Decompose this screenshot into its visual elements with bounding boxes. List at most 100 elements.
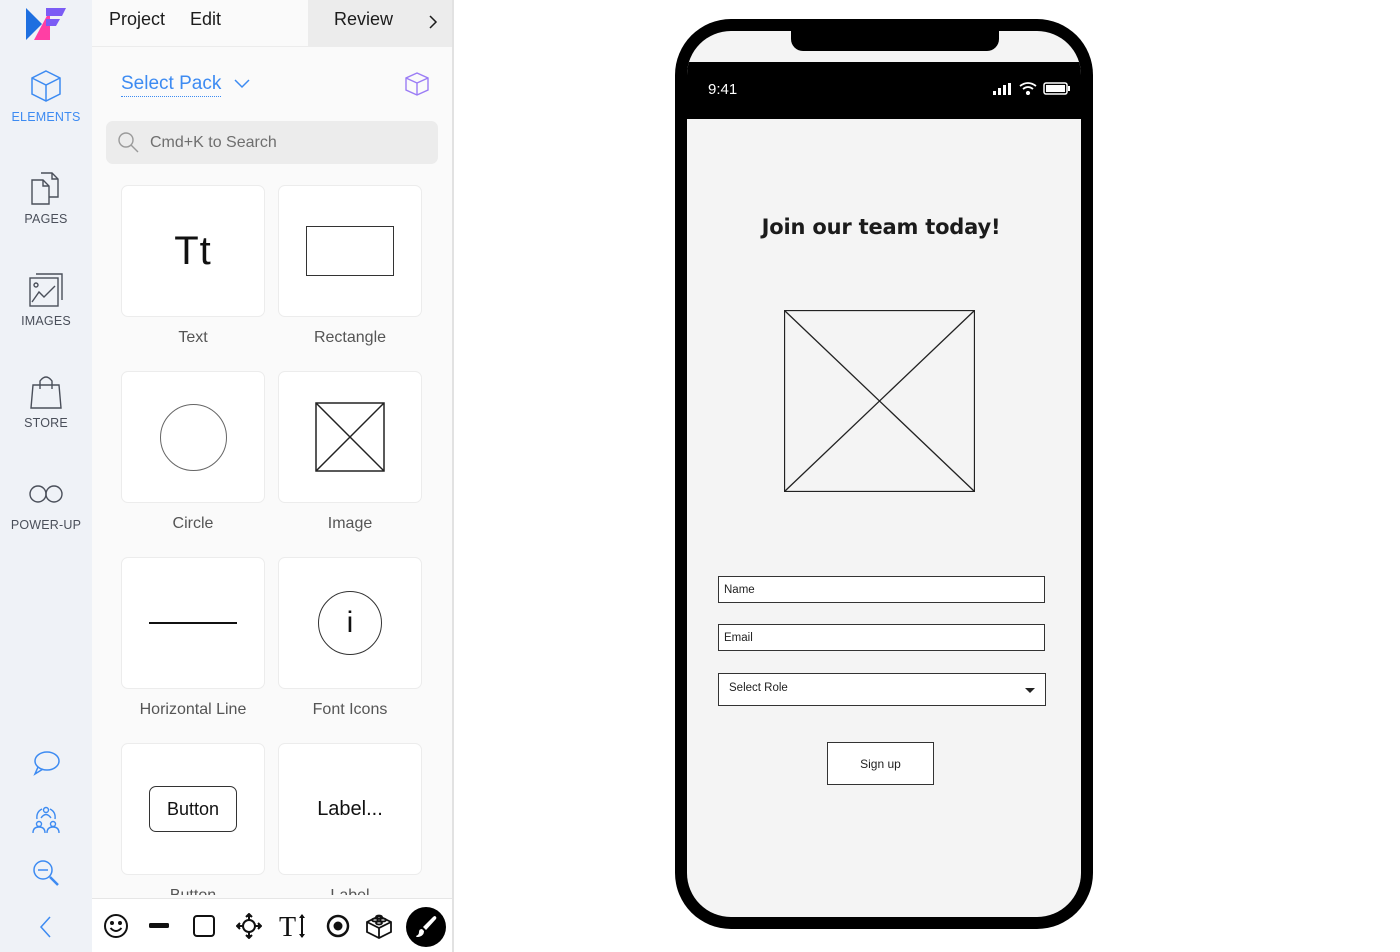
element-label: Circle [172,515,214,532]
rail-item-label: STORE [24,416,68,430]
nav-rail: ELEMENTS PAGES IMAGES STORE POWER-UP [0,0,92,952]
collaborators-icon [32,806,60,834]
search-input[interactable] [150,121,430,164]
app: ELEMENTS PAGES IMAGES STORE POWER-UP Pro… [0,0,1400,952]
element-label: Button [121,887,265,895]
name-field[interactable] [718,576,1045,603]
rail-item-power-up[interactable]: POWER-UP [0,476,92,532]
shopping-bag-icon [30,376,62,409]
element-label: Text [178,329,208,346]
element-label-item[interactable]: Label... Label [278,743,422,895]
chevron-right-icon [429,15,438,29]
status-time: 9:41 [708,81,738,98]
app-logo[interactable] [24,6,68,42]
search-box[interactable] [106,121,438,164]
collaborators-button[interactable] [0,805,92,835]
lego-icon [366,914,392,940]
status-bar: 9:41 [687,62,1081,119]
phone-screen: 9:41 Join our team today! Name Email Sel… [687,31,1081,917]
element-horizontal-line[interactable]: Horizontal Line [121,557,265,719]
move-icon [236,913,262,939]
square-tool[interactable] [187,909,221,943]
zoom-out-button[interactable] [0,858,92,888]
elements-panel: Project Edit Review Select Pack Cmd+K to… [92,0,454,952]
element-font-icons[interactable]: i Font Icons [278,557,422,719]
rail-item-store[interactable]: STORE [0,374,92,430]
collapse-button[interactable] [0,912,92,942]
element-card [121,371,265,503]
signup-button[interactable]: Sign up [827,742,934,785]
signal-icon [993,82,1011,95]
chevron-down-icon[interactable] [232,76,252,92]
radio-tool[interactable] [321,909,355,943]
emoji-icon [104,914,128,938]
element-card [121,557,265,689]
menu-edit[interactable]: Edit [190,9,221,30]
element-card [278,371,422,503]
image-icon [29,273,63,307]
circle-preview [159,403,227,471]
top-menu-bar: Project Edit Review [92,0,452,47]
email-field[interactable] [718,624,1045,651]
comment-icon [33,751,60,776]
style-tool[interactable] [406,907,446,947]
caret-down-icon [1025,688,1035,693]
move-tool[interactable] [232,909,266,943]
element-label: Label [278,887,422,895]
text-resize-icon: T [279,912,305,940]
cube-icon [31,70,61,102]
components-tool[interactable] [362,909,396,943]
emoji-tool[interactable] [99,909,133,943]
elements-grid: Tt Text Rectangle Circle Image Horizonta… [121,185,423,895]
element-card: Label... [278,743,422,875]
image-placeholder[interactable] [784,310,975,492]
comments-button[interactable] [0,748,92,778]
line-tool[interactable] [142,909,176,943]
design-canvas[interactable]: 9:41 Join our team today! Name Email Sel… [456,0,1400,952]
line-icon [149,923,169,928]
text-preview: Tt [174,228,212,273]
search-icon [118,132,139,153]
rail-item-elements[interactable]: ELEMENTS [0,68,92,124]
element-card [278,185,422,317]
rail-item-label: POWER-UP [10,518,82,532]
phone-notch [791,31,999,51]
rectangle-preview [306,226,394,276]
rail-item-label: IMAGES [21,314,71,328]
svg-text:T: T [279,912,296,940]
element-image[interactable]: Image [278,371,422,533]
radio-icon [326,914,350,938]
element-text[interactable]: Tt Text [121,185,265,347]
tool-bar: T [92,898,452,952]
select-pack-dropdown[interactable]: Select Pack [121,73,222,97]
review-label: Review [334,9,394,29]
wifi-icon [1019,82,1037,95]
element-card: i [278,557,422,689]
element-label: Image [327,515,373,532]
text-resize-tool[interactable]: T [277,909,311,943]
element-card: Button [121,743,265,875]
phone-frame: 9:41 Join our team today! Name Email Sel… [675,19,1093,929]
label-preview: Label... [317,797,383,820]
rail-item-label: ELEMENTS [11,110,81,124]
menu-project[interactable]: Project [109,9,165,30]
pack-cube-icon[interactable] [403,70,431,98]
line-preview [149,622,237,624]
review-button[interactable]: Review [308,0,452,47]
page-headline[interactable]: Join our team today! [687,215,1075,239]
info-icon: i [318,591,382,655]
rail-item-pages[interactable]: PAGES [0,170,92,226]
brush-icon [416,916,437,937]
rail-item-images[interactable]: IMAGES [0,272,92,328]
pages-icon [31,172,59,205]
element-rectangle[interactable]: Rectangle [278,185,422,347]
element-circle[interactable]: Circle [121,371,265,533]
zoom-out-icon [33,860,59,886]
status-icons [993,82,1071,95]
element-button[interactable]: Button Button [121,743,265,895]
element-label: Font Icons [312,701,388,718]
element-label: Rectangle [313,329,387,346]
role-select[interactable]: Select Role [718,673,1046,706]
element-label: Horizontal Line [139,701,247,718]
square-icon [193,915,215,937]
